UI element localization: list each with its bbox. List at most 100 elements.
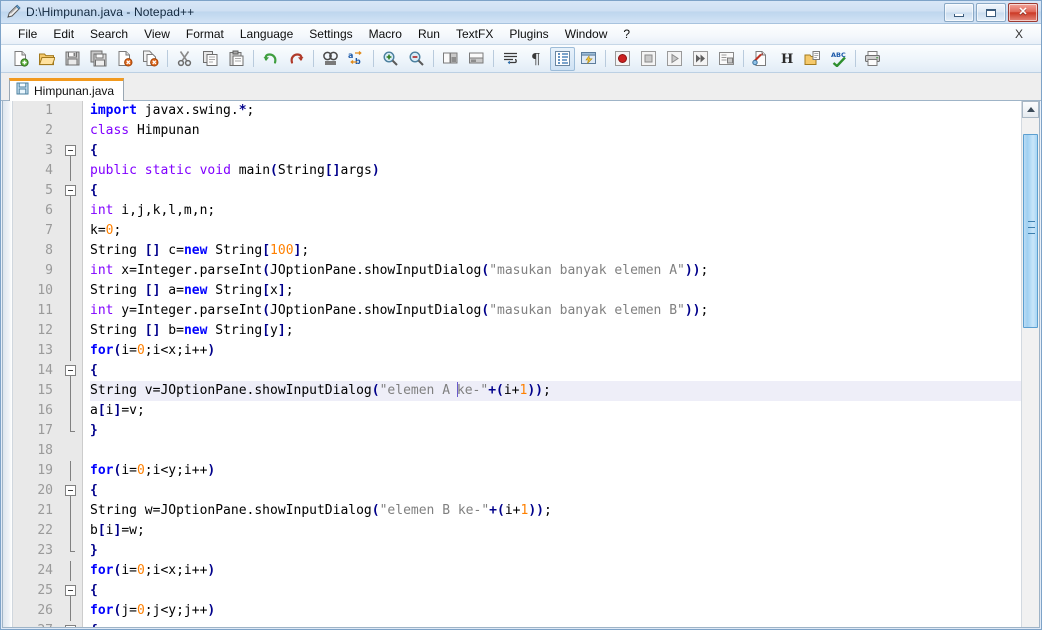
cut-icon[interactable] xyxy=(172,47,197,71)
menu-item-[interactable]: ? xyxy=(615,25,638,43)
fold-collapse-icon[interactable] xyxy=(65,485,76,496)
scrollbar-thumb[interactable] xyxy=(1023,133,1038,329)
code-line-current[interactable]: String v=JOptionPane.showInputDialog("el… xyxy=(90,381,1021,401)
minimize-button[interactable] xyxy=(944,3,974,22)
fold-collapse-icon[interactable] xyxy=(65,365,76,376)
code-line[interactable]: int y=Integer.parseInt(JOptionPane.showI… xyxy=(90,301,1021,321)
tab-himpunan-java[interactable]: Himpunan.java xyxy=(9,78,125,101)
new-file-icon[interactable] xyxy=(8,47,33,71)
user-defined-dialog-icon[interactable] xyxy=(576,47,601,71)
menu-item-macro[interactable]: Macro xyxy=(361,25,410,43)
code-line[interactable]: String w=JOptionPane.showInputDialog("el… xyxy=(90,501,1021,521)
code-line[interactable]: for(i=0;i<x;i++) xyxy=(90,341,1021,361)
fold-cell[interactable] xyxy=(60,181,82,201)
sync-horizontal-scroll-icon[interactable] xyxy=(464,47,489,71)
record-macro-icon[interactable] xyxy=(610,47,635,71)
code-line[interactable]: public static void main(String[]args) xyxy=(90,161,1021,181)
menu-item-search[interactable]: Search xyxy=(82,25,136,43)
code-line[interactable]: } xyxy=(90,421,1021,441)
open-folder-icon[interactable] xyxy=(800,47,825,71)
menu-item-format[interactable]: Format xyxy=(178,25,232,43)
code-token: class xyxy=(90,123,130,138)
code-line[interactable] xyxy=(90,441,1021,461)
code-line[interactable]: String [] b=new String[y]; xyxy=(90,321,1021,341)
play-macro-icon[interactable] xyxy=(662,47,687,71)
fold-cell[interactable] xyxy=(60,481,82,501)
code-line[interactable]: { xyxy=(90,621,1021,627)
code-line[interactable]: k=0; xyxy=(90,221,1021,241)
scroll-up-arrow[interactable] xyxy=(1022,101,1039,118)
fold-cell[interactable] xyxy=(60,621,82,627)
code-line[interactable]: { xyxy=(90,481,1021,501)
bookmark-margin[interactable] xyxy=(3,101,13,627)
code-line[interactable]: { xyxy=(90,361,1021,381)
paste-icon[interactable] xyxy=(224,47,249,71)
close-button[interactable]: ✕ xyxy=(1008,3,1038,22)
code-token: )) xyxy=(528,503,544,518)
menu-item-textfx[interactable]: TextFX xyxy=(448,25,501,43)
spell-check-icon[interactable]: ABC xyxy=(826,47,851,71)
code-line[interactable]: class Himpunan xyxy=(90,121,1021,141)
save-icon[interactable] xyxy=(60,47,85,71)
menu-item-view[interactable]: View xyxy=(136,25,178,43)
open-file-icon[interactable] xyxy=(34,47,59,71)
vertical-scrollbar[interactable] xyxy=(1021,101,1039,627)
word-wrap-icon[interactable] xyxy=(498,47,523,71)
menu-item-run[interactable]: Run xyxy=(410,25,448,43)
sync-vertical-scroll-icon[interactable] xyxy=(438,47,463,71)
html-tag-icon[interactable]: H xyxy=(774,47,799,71)
close-document-button[interactable]: X xyxy=(1011,26,1027,42)
close-file-icon[interactable] xyxy=(112,47,137,71)
save-macro-icon[interactable] xyxy=(714,47,739,71)
undo-icon[interactable] xyxy=(258,47,283,71)
maximize-button[interactable] xyxy=(976,3,1006,22)
menu-item-window[interactable]: Window xyxy=(557,25,616,43)
find-icon[interactable] xyxy=(318,47,343,71)
print-icon[interactable] xyxy=(860,47,885,71)
menu-item-edit[interactable]: Edit xyxy=(45,25,82,43)
close-all-files-icon[interactable] xyxy=(138,47,163,71)
fold-collapse-icon[interactable] xyxy=(65,185,76,196)
fold-cell[interactable] xyxy=(60,581,82,601)
code-line[interactable]: a[i]=v; xyxy=(90,401,1021,421)
run-macro-multiple-icon[interactable] xyxy=(688,47,713,71)
code-text-area[interactable]: import javax.swing.*; class Himpunan{publ… xyxy=(83,101,1021,627)
save-all-icon[interactable] xyxy=(86,47,111,71)
line-number: 25 xyxy=(37,583,53,598)
fold-collapse-icon[interactable] xyxy=(65,585,76,596)
replace-icon[interactable]: ab xyxy=(344,47,369,71)
fold-collapse-icon[interactable] xyxy=(65,625,76,627)
code-line[interactable]: String [] a=new String[x]; xyxy=(90,281,1021,301)
fold-margin[interactable] xyxy=(60,101,83,627)
run-icon[interactable] xyxy=(748,47,773,71)
fold-cell[interactable] xyxy=(60,141,82,161)
indent-guide-icon[interactable] xyxy=(550,46,575,71)
scrollbar-grip xyxy=(1028,227,1035,229)
redo-icon[interactable] xyxy=(284,47,309,71)
show-all-characters-icon[interactable]: ¶ xyxy=(524,47,549,71)
code-line[interactable]: { xyxy=(90,181,1021,201)
menu-item-settings[interactable]: Settings xyxy=(301,25,360,43)
code-line[interactable]: { xyxy=(90,581,1021,601)
code-line[interactable]: String [] c=new String[100]; xyxy=(90,241,1021,261)
code-line[interactable]: int x=Integer.parseInt(JOptionPane.showI… xyxy=(90,261,1021,281)
fold-collapse-icon[interactable] xyxy=(65,145,76,156)
zoom-out-icon[interactable] xyxy=(404,47,429,71)
menu-item-language[interactable]: Language xyxy=(232,25,301,43)
code-token: ) xyxy=(207,603,216,618)
zoom-in-icon[interactable] xyxy=(378,47,403,71)
stop-macro-icon[interactable] xyxy=(636,47,661,71)
code-line[interactable]: { xyxy=(90,141,1021,161)
copy-icon[interactable] xyxy=(198,47,223,71)
code-token: int xyxy=(90,263,114,278)
code-line[interactable]: int i,j,k,l,m,n; xyxy=(90,201,1021,221)
menu-item-plugins[interactable]: Plugins xyxy=(501,25,556,43)
code-line[interactable]: } xyxy=(90,541,1021,561)
code-line[interactable]: b[i]=w; xyxy=(90,521,1021,541)
menu-item-file[interactable]: File xyxy=(10,25,45,43)
code-line[interactable]: for(j=0;j<y;j++) xyxy=(90,601,1021,621)
code-line[interactable]: for(i=0;i<y;i++) xyxy=(90,461,1021,481)
code-line[interactable]: for(i=0;i<x;i++) xyxy=(90,561,1021,581)
code-line[interactable]: import javax.swing.*; xyxy=(90,101,1021,121)
fold-cell[interactable] xyxy=(60,361,82,381)
